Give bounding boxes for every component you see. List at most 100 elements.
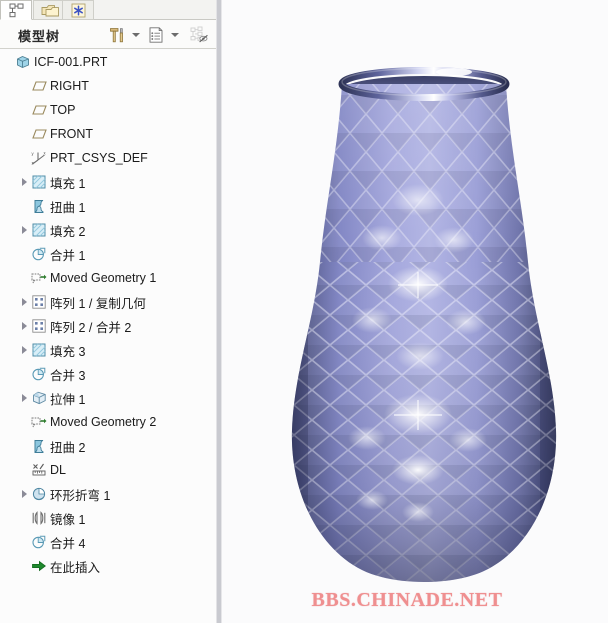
extrude-icon [30,386,48,410]
tree-row[interactable]: 阵列 2 / 合并 2 [0,314,216,338]
fill-icon [30,218,48,242]
mirror-icon [30,506,48,530]
tree-row-label: 阵列 1 / 复制几何 [50,296,146,311]
tree-row[interactable]: 填充 3 [0,338,216,362]
tree-row-label: ICF-001.PRT [34,55,108,69]
fill-icon [30,338,48,362]
display-dropdown-button[interactable] [168,24,181,45]
panel-title: 模型树 [18,29,61,44]
part-cube-icon [14,50,32,74]
tree-row-label: 扭曲 2 [50,440,86,455]
folder-icon [41,4,59,16]
measure-icon [30,458,48,482]
tree-row[interactable]: Moved Geometry 2 [0,410,216,434]
expand-triangle-icon[interactable] [18,482,30,506]
display-button[interactable] [145,24,167,45]
tree-row-label: Moved Geometry 2 [50,415,157,429]
tree-row-label: 填充 1 [50,176,86,191]
expand-triangle-icon[interactable] [18,218,30,242]
tree-row-label: 合并 4 [50,536,86,551]
tree-row[interactable]: FRONT [0,122,216,146]
tree-row-label: Moved Geometry 1 [50,271,157,285]
fill-icon [30,170,48,194]
hidden-items-button[interactable] [188,24,210,45]
tree-row[interactable]: 环形折弯 1 [0,482,216,506]
pattern-icon [30,314,48,338]
vase-body [291,84,557,582]
vase-3d-model[interactable] [222,0,608,623]
pattern-icon [30,290,48,314]
merge-icon [30,242,48,266]
settings-button[interactable] [106,24,128,45]
expand-triangle-icon[interactable] [18,170,30,194]
tree-row[interactable]: 扭曲 2 [0,434,216,458]
datum-plane-icon [30,74,48,98]
chevron-down-icon [170,32,179,37]
tree-row[interactable]: 镜像 1 [0,506,216,530]
svg-text:z: z [32,160,34,165]
tree-row-label: 填充 3 [50,344,86,359]
tree-row[interactable]: DL [0,458,216,482]
toroidal-bend-icon [30,482,48,506]
datum-plane-icon [30,122,48,146]
tree-row-label: DL [50,463,66,477]
tree-row-label: 合并 3 [50,368,86,383]
warp-icon [30,434,48,458]
moved-geom-icon [30,266,48,290]
settings-dropdown-button[interactable] [129,24,142,45]
tree-row[interactable]: ICF-001.PRT [0,50,216,74]
tree-row-label: TOP [50,103,76,117]
insert-here-icon [30,554,48,578]
model-tree-icon [9,3,23,17]
tree-row-label: 填充 2 [50,224,86,239]
hammer-screwdriver-icon [110,27,123,42]
model-tree-list[interactable]: ICF-001.PRT RIGHT TOP FRONT y z x PRT_CSYS_DEF 填… [0,50,216,623]
tree-row-label: 阵列 2 / 合并 2 [50,320,132,335]
tree-row-label: PRT_CSYS_DEF [50,151,148,165]
tree-hidden-eye-icon [190,26,208,42]
tree-row[interactable]: 扭曲 1 [0,194,216,218]
tree-row-label: 环形折弯 1 [50,488,111,503]
warp-icon [30,194,48,218]
svg-text:y: y [32,151,35,156]
tree-row[interactable]: 合并 1 [0,242,216,266]
tree-row[interactable]: 填充 2 [0,218,216,242]
cad-application-window: 模型树 ICF-001.PRT RIGHT TOP FRONT y z x PR… [0,0,608,623]
tree-row[interactable]: Moved Geometry 1 [0,266,216,290]
model-tree-panel: 模型树 ICF-001.PRT RIGHT TOP FRONT y z x PR… [0,0,216,623]
tree-row-label: 合并 1 [50,248,86,263]
expand-triangle-icon[interactable] [18,386,30,410]
navigator-tabstrip [0,0,216,20]
chevron-down-icon [131,32,140,37]
tree-row[interactable]: 填充 1 [0,170,216,194]
tree-row-label: RIGHT [50,79,89,93]
coord-system-icon: yz x [30,146,48,170]
asterisk-icon [71,3,85,17]
list-document-icon [149,26,163,43]
tree-row-label: 扭曲 1 [50,200,86,215]
expand-triangle-icon[interactable] [18,338,30,362]
tab-favorites[interactable] [62,0,94,20]
moved-geom-icon [30,410,48,434]
tree-row[interactable]: RIGHT [0,74,216,98]
tree-row[interactable]: 在此插入 [0,554,216,578]
tree-row-label: 在此插入 [50,560,101,575]
tree-row[interactable]: 阵列 1 / 复制几何 [0,290,216,314]
graphics-viewport[interactable]: BBS.CHINADE.NET [222,0,608,623]
model-tree-header: 模型树 [0,20,216,49]
tree-row-label: 镜像 1 [50,512,86,527]
expand-triangle-icon[interactable] [18,290,30,314]
tab-model-tree[interactable] [0,0,32,20]
svg-text:x: x [44,151,47,156]
merge-icon [30,362,48,386]
expand-triangle-icon[interactable] [18,314,30,338]
tree-row[interactable]: y z x PRT_CSYS_DEF [0,146,216,170]
tree-row[interactable]: TOP [0,98,216,122]
tree-row[interactable]: 合并 3 [0,362,216,386]
tree-row-label: FRONT [50,127,94,141]
merge-icon [30,530,48,554]
datum-plane-icon [30,98,48,122]
tree-row-label: 拉伸 1 [50,392,86,407]
tree-row[interactable]: 合并 4 [0,530,216,554]
tree-row[interactable]: 拉伸 1 [0,386,216,410]
